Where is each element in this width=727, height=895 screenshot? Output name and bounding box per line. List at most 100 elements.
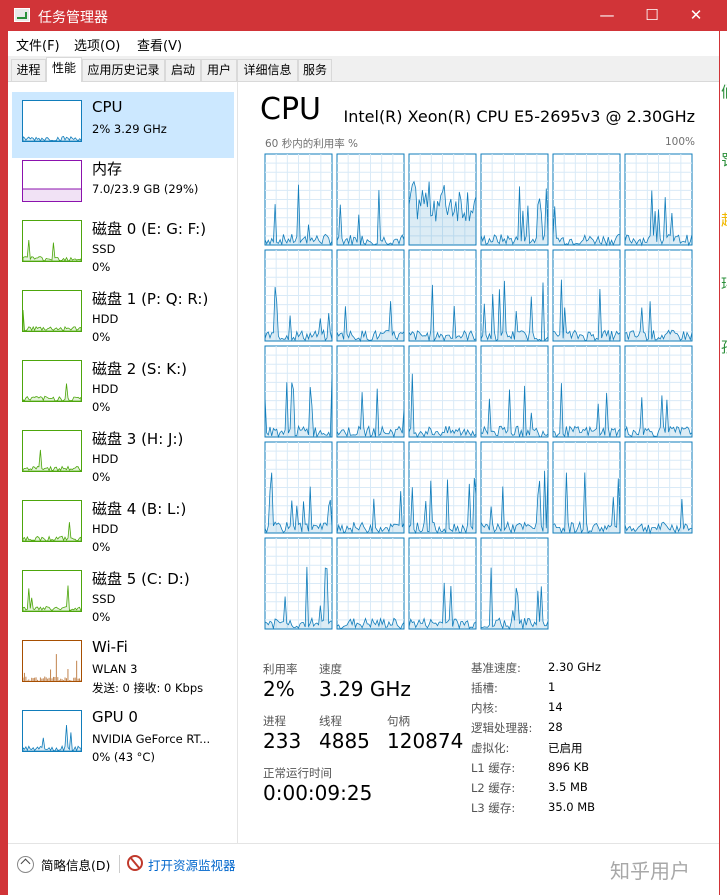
tab-bar: 进程 性能 应用历史记录 启动 用户 详细信息 服务 — [8, 56, 719, 82]
logical-processor-graph — [480, 153, 549, 246]
sidebar-item-memory[interactable]: 内存 7.0/23.9 GB (29%) — [12, 152, 234, 218]
logical-processor-graph — [336, 537, 405, 630]
uptime-label: 正常运行时间 — [263, 766, 332, 780]
menu-view[interactable]: 查看(V) — [137, 35, 182, 54]
performance-pane: CPU 2% 3.29 GHz 内存 7.0/23.9 GB (29%) 磁盘 … — [8, 82, 719, 843]
tab-details[interactable]: 详细信息 — [237, 59, 298, 81]
tab-app-history[interactable]: 应用历史记录 — [82, 59, 165, 81]
info-value: 896 KB — [548, 760, 590, 774]
uptime-value: 0:00:09:25 — [263, 781, 373, 805]
edge-glyph: 们 — [721, 81, 727, 102]
sidebar-item-disk-0[interactable]: 磁盘 0 (E: G: F:) SSD 0% — [12, 212, 234, 278]
sidebar-item-gpu[interactable]: GPU 0 NVIDIA GeForce RT... 0% (43 °C) — [12, 702, 234, 768]
info-label: L3 缓存: — [471, 801, 516, 815]
tab-startup[interactable]: 启动 — [165, 59, 201, 81]
sidebar-item-sub: SSD — [92, 242, 116, 256]
sidebar-item-sub: HDD — [92, 452, 119, 466]
window-frame-left — [0, 31, 8, 895]
minimize-button[interactable]: — — [584, 0, 630, 31]
tab-users[interactable]: 用户 — [201, 59, 237, 81]
menu-options[interactable]: 选项(O) — [74, 35, 120, 54]
logical-processor-graph — [480, 441, 549, 534]
sidebar-item-disk-3[interactable]: 磁盘 3 (H: J:) HDD 0% — [12, 422, 234, 488]
tab-performance[interactable]: 性能 — [46, 57, 82, 82]
menu-file[interactable]: 文件(F) — [16, 35, 60, 54]
logical-processor-graph — [624, 345, 693, 438]
info-label: 逻辑处理器: — [471, 721, 533, 735]
window-title: 任务管理器 — [38, 10, 108, 26]
sidebar-item-sub: WLAN 3 — [92, 662, 138, 676]
logical-processor-graph — [264, 345, 333, 439]
cpu-model-name: Intel(R) Xeon(R) CPU E5-2695v3 @ 2.30GHz — [343, 107, 695, 126]
mini-graph-frame — [22, 430, 82, 472]
sidebar-item-cpu[interactable]: CPU 2% 3.29 GHz — [12, 92, 234, 158]
resource-monitor-icon[interactable] — [127, 855, 143, 871]
fewer-details-button[interactable]: 简略信息(D) — [41, 855, 110, 874]
close-button[interactable]: ✕ — [673, 0, 719, 31]
logical-processor-graph — [552, 345, 621, 438]
sidebar-item-sub2: 0% (43 °C) — [92, 750, 155, 764]
logical-processor-graph — [408, 249, 477, 343]
sidebar-item-title: Wi-Fi — [92, 638, 128, 656]
title-bar[interactable]: 任务管理器 — ☐ ✕ — [0, 0, 727, 31]
logical-processor-graph — [408, 153, 477, 246]
edge-glyph: 环 — [721, 273, 727, 294]
disk-mini-graph — [22, 360, 82, 402]
info-value: 1 — [548, 680, 556, 694]
logical-processor-graph — [336, 441, 405, 534]
maximize-button[interactable]: ☐ — [629, 0, 675, 31]
sidebar-item-sub: SSD — [92, 592, 116, 606]
sidebar-item-sub: 2% 3.29 GHz — [92, 122, 167, 136]
logical-processor-graph — [264, 441, 333, 534]
logical-processor-graph — [408, 345, 477, 438]
sidebar-item-disk-4[interactable]: 磁盘 4 (B: L:) HDD 0% — [12, 492, 234, 558]
edge-glyph: 罚 — [721, 149, 727, 170]
sidebar-item-title: 磁盘 4 (B: L:) — [92, 500, 187, 518]
sidebar-item-title: GPU 0 — [92, 708, 138, 726]
sidebar-item-title: 磁盘 3 (H: J:) — [92, 430, 184, 448]
tab-processes[interactable]: 进程 — [11, 59, 46, 81]
info-label: 虚拟化: — [471, 741, 510, 755]
logical-processor-graph — [336, 345, 405, 439]
chevron-up-icon[interactable] — [17, 856, 34, 873]
logical-processor-graph — [552, 153, 621, 247]
sidebar-item-sub2: 0% — [92, 610, 111, 624]
edge-glyph: 起 — [721, 209, 727, 230]
disk-mini-graph — [22, 570, 82, 612]
info-label: L2 缓存: — [471, 781, 516, 795]
resource-sidebar: CPU 2% 3.29 GHz 内存 7.0/23.9 GB (29%) 磁盘 … — [8, 82, 238, 843]
network-mini-graph — [22, 640, 82, 682]
logical-processor-graph — [264, 153, 333, 246]
info-label: L1 缓存: — [471, 761, 516, 775]
sidebar-item-sub2: 0% — [92, 330, 111, 344]
page-title: CPU — [260, 92, 321, 127]
sidebar-item-sub: HDD — [92, 382, 119, 396]
utilization-value: 2% — [263, 677, 295, 701]
sidebar-item-sub2: 0% — [92, 470, 111, 484]
memory-mini-graph — [22, 160, 82, 202]
disk-mini-graph — [22, 290, 82, 332]
task-manager-icon — [14, 8, 30, 22]
logical-processor-graph — [480, 345, 549, 438]
sidebar-item-disk-1[interactable]: 磁盘 1 (P: Q: R:) HDD 0% — [12, 282, 234, 348]
open-resource-monitor-link[interactable]: 打开资源监视器 — [148, 855, 236, 874]
info-value: 3.5 MB — [548, 780, 588, 794]
sidebar-item-disk-2[interactable]: 磁盘 2 (S: K:) HDD 0% — [12, 352, 234, 418]
sidebar-item-sub: HDD — [92, 522, 119, 536]
sidebar-item-disk-5[interactable]: 磁盘 5 (C: D:) SSD 0% — [12, 562, 234, 628]
info-label: 内核: — [471, 701, 498, 715]
disk-mini-graph — [22, 220, 82, 262]
sidebar-item-sub2: 0% — [92, 400, 111, 414]
logical-processor-graph — [624, 249, 693, 342]
logical-processor-graph — [624, 441, 693, 535]
sidebar-item-sub2: 发送: 0 接收: 0 Kbps — [92, 681, 204, 695]
threads-value: 4885 — [319, 729, 370, 753]
sidebar-item-sub: NVIDIA GeForce RT... — [92, 732, 211, 746]
handles-label: 句柄 — [387, 714, 410, 728]
sidebar-item-wifi[interactable]: Wi-Fi WLAN 3 发送: 0 接收: 0 Kbps — [12, 632, 234, 698]
mini-graph-frame — [22, 290, 82, 332]
sidebar-item-sub2: 0% — [92, 540, 111, 554]
tab-services[interactable]: 服务 — [298, 59, 332, 81]
logical-processor-graph — [264, 537, 333, 630]
info-label: 插槽: — [471, 681, 498, 695]
